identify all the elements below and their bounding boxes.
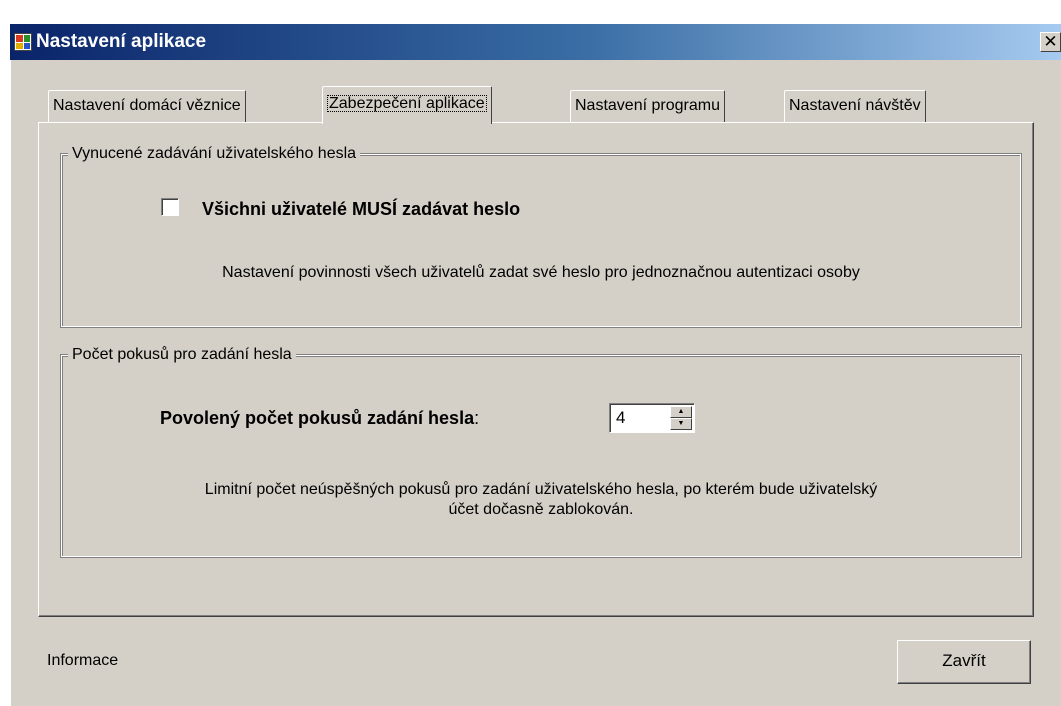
tab-label: Nastavení programu xyxy=(575,97,720,114)
spin-down-icon[interactable]: ▼ xyxy=(670,418,692,430)
forced-password-description: Nastavení povinnosti všech uživatelů zad… xyxy=(222,264,860,281)
must-enter-password-checkbox[interactable] xyxy=(161,198,179,216)
tab-label: Nastavení návštěv xyxy=(789,97,921,114)
group-title: Počet pokusů pro zadání hesla xyxy=(68,346,296,364)
attempts-label: Povolený počet pokusů zadání hesla: xyxy=(160,408,479,429)
must-enter-password-label[interactable]: Všichni uživatelé MUSÍ zadávat heslo xyxy=(202,199,520,220)
attempts-label-colon: : xyxy=(474,408,480,428)
info-label: Informace xyxy=(47,652,119,669)
group-title: Vynucené zadávání uživatelského hesla xyxy=(68,145,361,163)
attempts-value[interactable]: 4 xyxy=(616,408,625,428)
tab-app-security[interactable]: Zabezpečení aplikace xyxy=(322,86,492,124)
window-close-icon[interactable]: ✕ xyxy=(1040,32,1061,52)
attempts-description-line2: účet dočasně zablokován. xyxy=(448,501,634,518)
spin-up-icon[interactable]: ▲ xyxy=(670,406,692,418)
tab-home-prison[interactable]: Nastavení domácí věznice xyxy=(48,90,246,123)
attempts-description: Limitní počet neúspěšných pokusů pro zad… xyxy=(62,480,1020,520)
tab-visit-settings[interactable]: Nastavení návštěv xyxy=(784,90,926,123)
stepper-buttons: ▲ ▼ xyxy=(670,406,692,430)
attempts-label-text: Povolený počet pokusů zadání hesla xyxy=(160,408,475,428)
tab-program-settings[interactable]: Nastavení programu xyxy=(570,90,725,123)
app-icon xyxy=(14,33,32,51)
group-password-attempts: Počet pokusů pro zadání hesla xyxy=(60,346,1022,558)
close-button[interactable]: Zavřít xyxy=(897,640,1031,684)
group-forced-password: Vynucené zadávání uživatelského hesla xyxy=(60,145,1022,328)
window-title: Nastavení aplikace xyxy=(36,31,207,52)
attempts-description-line1: Limitní počet neúspěšných pokusů pro zad… xyxy=(204,481,878,498)
tab-label: Zabezpečení aplikace xyxy=(327,95,487,112)
attempts-stepper[interactable]: 4 ▲ ▼ xyxy=(609,403,695,433)
tab-label: Nastavení domácí věznice xyxy=(53,97,241,114)
